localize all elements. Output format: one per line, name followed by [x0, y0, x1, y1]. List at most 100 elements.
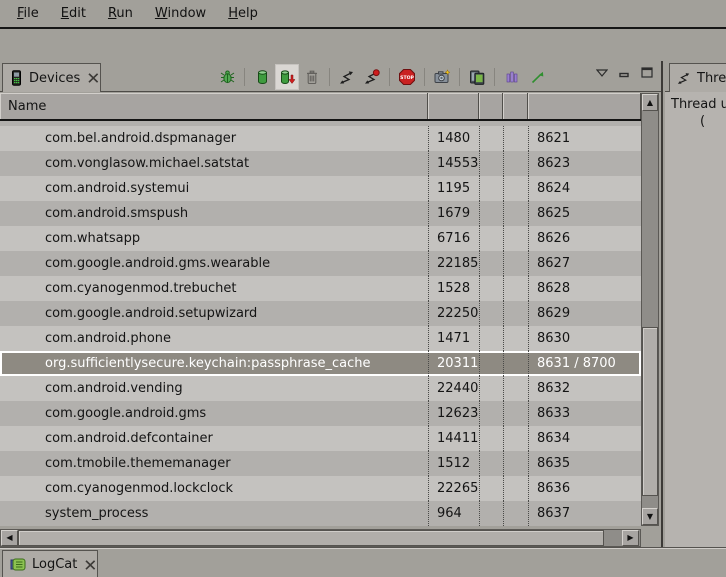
scroll-down-icon[interactable]: ▼	[642, 508, 658, 525]
process-row[interactable]: com.cyanogenmod.trebuchet 1528 8628	[0, 276, 641, 301]
process-row[interactable]: com.google.android.gms.wearable 22185 86…	[0, 251, 641, 276]
process-blank2	[503, 176, 528, 201]
process-blank1	[479, 326, 503, 351]
scroll-up-icon[interactable]: ▲	[642, 94, 658, 111]
minimize-icon[interactable]	[619, 68, 630, 78]
toolbar-separator	[329, 68, 330, 86]
process-name: com.android.phone	[0, 326, 428, 351]
process-blank2	[503, 276, 528, 301]
threads-view: Threa Thread up (	[665, 61, 726, 547]
column-header-pid[interactable]	[428, 93, 479, 119]
process-row[interactable]: com.android.vending 22440 8632	[0, 376, 641, 401]
start-profiling-icon[interactable]	[526, 65, 548, 89]
panel-divider[interactable]	[661, 61, 663, 547]
menubar: File Edit Run Window Help	[0, 0, 726, 29]
process-pid: 14553	[428, 151, 479, 176]
process-row[interactable]: com.tmobile.thememanager 1512 8635	[0, 451, 641, 476]
process-pid: 14411	[428, 426, 479, 451]
process-pid: 1679	[428, 201, 479, 226]
view-menu-icon[interactable]	[596, 69, 608, 77]
process-row[interactable]: com.bel.android.dspmanager 1480 8621	[0, 126, 641, 151]
threads-message-line2: (	[671, 113, 726, 130]
process-port: 8630	[528, 326, 641, 351]
logcat-area: LogCat	[0, 547, 726, 577]
process-port: 8629	[528, 301, 641, 326]
vertical-scroll-thumb[interactable]	[642, 327, 658, 496]
dump-hprof-icon[interactable]	[276, 65, 298, 89]
process-row[interactable]: com.google.android.gms 12623 8633	[0, 401, 641, 426]
process-row[interactable]: com.android.smspush 1679 8625	[0, 201, 641, 226]
debug-attach-icon[interactable]	[216, 65, 238, 89]
process-pid: 12623	[428, 401, 479, 426]
devices-toolbar: STOP	[216, 64, 548, 90]
horizontal-scrollbar[interactable]: ◀ ▶	[0, 529, 641, 547]
process-blank2	[503, 201, 528, 226]
logcat-icon	[10, 557, 26, 572]
process-row[interactable]: com.vonglasow.michael.satstat 14553 8623	[0, 151, 641, 176]
process-row[interactable]: com.whatsapp 6716 8626	[0, 226, 641, 251]
tab-threads-label: Threa	[697, 71, 726, 86]
process-port: 8621	[528, 126, 641, 151]
process-row[interactable]: org.sufficientlysecure.keychain:passphra…	[0, 351, 641, 376]
column-header-name[interactable]: Name	[0, 93, 428, 119]
ddms-window: File Edit Run Window Help	[0, 0, 726, 577]
process-name: org.sufficientlysecure.keychain:passphra…	[0, 351, 428, 376]
process-port: 8633	[528, 401, 641, 426]
process-row[interactable]: com.android.defcontainer 14411 8634	[0, 426, 641, 451]
menu-edit[interactable]: Edit	[50, 2, 97, 25]
process-row[interactable]: com.google.android.setupwizard 22250 862…	[0, 301, 641, 326]
tab-threads[interactable]: Threa	[669, 63, 726, 92]
scroll-right-icon[interactable]: ▶	[622, 530, 639, 546]
scroll-left-icon[interactable]: ◀	[1, 530, 18, 546]
menu-help[interactable]: Help	[217, 2, 269, 25]
column-header-blank1[interactable]	[479, 93, 503, 119]
process-row[interactable]: com.cyanogenmod.lockclock 22265 8636	[0, 476, 641, 501]
process-blank1	[479, 501, 503, 526]
update-threads-icon[interactable]	[336, 65, 358, 89]
process-name: com.android.systemui	[0, 176, 428, 201]
vertical-scrollbar[interactable]: ▲ ▼	[641, 93, 659, 526]
maximize-icon[interactable]	[641, 67, 653, 78]
process-blank2	[503, 501, 528, 526]
screen-record-device-icon[interactable]	[466, 65, 488, 89]
threads-message-line1: Thread up	[671, 96, 726, 113]
process-blank2	[503, 226, 528, 251]
process-row[interactable]: system_process 964 8637	[0, 501, 641, 526]
process-name: com.bel.android.dspmanager	[0, 126, 428, 151]
hierarchy-view-icon[interactable]	[501, 65, 523, 89]
screen-capture-icon[interactable]	[431, 65, 453, 89]
process-blank2	[503, 401, 528, 426]
process-pid: 22250	[428, 301, 479, 326]
process-name: com.android.defcontainer	[0, 426, 428, 451]
column-header-blank2[interactable]	[503, 93, 528, 119]
process-blank1	[479, 451, 503, 476]
stop-process-icon[interactable]: STOP	[396, 65, 418, 89]
process-blank2	[503, 126, 528, 151]
process-pid: 1512	[428, 451, 479, 476]
cause-gc-icon[interactable]	[301, 65, 323, 89]
tab-logcat-label: LogCat	[32, 557, 77, 572]
menu-window[interactable]: Window	[144, 2, 217, 25]
update-heap-icon[interactable]	[251, 65, 273, 89]
process-row[interactable]: com.android.systemui 1195 8624	[0, 176, 641, 201]
menu-run[interactable]: Run	[97, 2, 144, 25]
column-header-port[interactable]	[528, 93, 641, 119]
process-pid: 964	[428, 501, 479, 526]
tab-logcat[interactable]: LogCat	[2, 550, 98, 577]
close-icon[interactable]	[88, 73, 99, 83]
process-name: com.android.vending	[0, 376, 428, 401]
process-blank1	[479, 401, 503, 426]
horizontal-scroll-thumb[interactable]	[18, 530, 604, 546]
process-blank1	[479, 276, 503, 301]
process-blank1	[479, 351, 503, 376]
process-row[interactable]: com.android.phone 1471 8630	[0, 326, 641, 351]
devices-tabstrip: Devices	[0, 61, 661, 92]
menu-file[interactable]: File	[6, 2, 50, 25]
process-blank1	[479, 251, 503, 276]
process-pid: 6716	[428, 226, 479, 251]
process-blank2	[503, 151, 528, 176]
close-icon[interactable]	[85, 560, 96, 570]
start-method-profiling-icon[interactable]	[361, 65, 383, 89]
process-name: com.google.android.setupwizard	[0, 301, 428, 326]
tab-devices[interactable]: Devices	[2, 63, 101, 92]
